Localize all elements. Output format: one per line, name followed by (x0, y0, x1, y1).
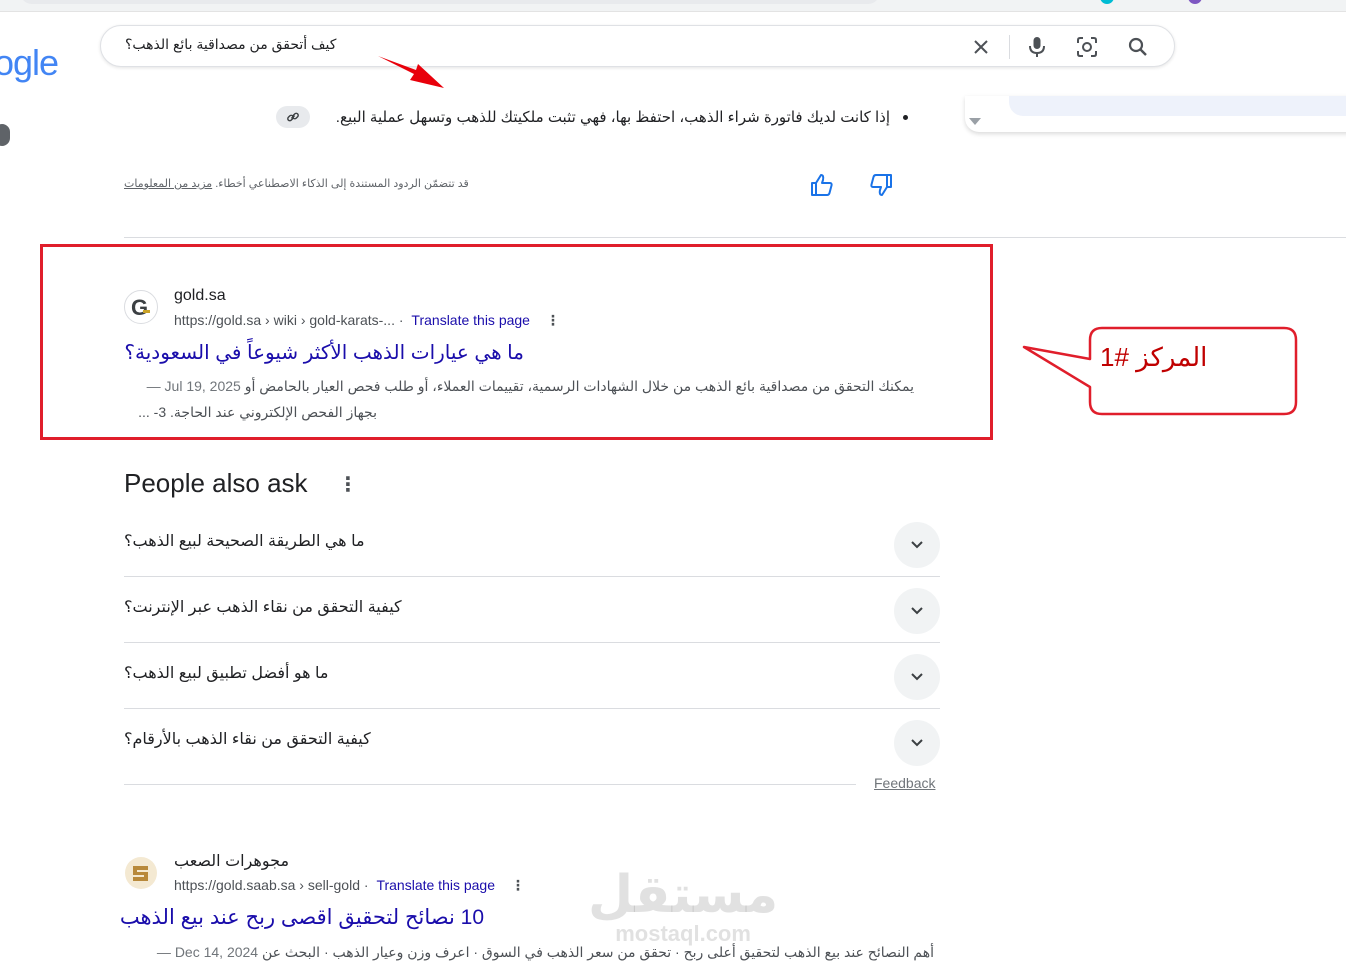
chevron-down-icon[interactable] (894, 720, 940, 766)
thumbs-up-icon[interactable] (809, 172, 835, 198)
more-options-icon[interactable]: ⋮ (546, 312, 560, 329)
paa-question[interactable]: ما هي الطريقة الصحيحة لبيع الذهب؟ (124, 511, 940, 577)
result-url-line: https://gold.sa › wiki › gold-karats-...… (174, 312, 560, 329)
result-url[interactable]: https://gold.saab.sa › sell-gold (174, 877, 360, 893)
ai-disclaimer: قد تتضمّن الردود المستندة إلى الذكاء الا… (124, 177, 469, 190)
right-side-panel (965, 96, 1346, 132)
mostaql-watermark: مستقل mostaql.com (588, 868, 778, 946)
paa-question-text: كيفية التحقق من نقاء الذهب بالأرقام؟ (124, 731, 371, 748)
profile-icon[interactable] (1188, 0, 1202, 4)
watermark-domain: mostaql.com (615, 921, 751, 946)
browser-top-strip (0, 0, 1346, 12)
snippet-line-1: أهم النصائح عند بيع الذهب لتحقيق أعلى رب… (262, 944, 934, 960)
learn-more-link[interactable]: مزيد من المعلومات (124, 178, 212, 190)
people-also-ask-title: People also ask (124, 468, 308, 498)
result-title-link[interactable]: ما هي عيارات الذهب الأكثر شيوعاً في السع… (124, 340, 524, 365)
clear-icon[interactable] (969, 35, 993, 59)
thumbs-down-icon[interactable] (868, 172, 894, 198)
result-url[interactable]: https://gold.sa › wiki › gold-karats-... (174, 312, 395, 328)
left-scroll-handle[interactable] (0, 124, 10, 146)
gold-sa-favicon[interactable]: G (124, 290, 158, 324)
search-result-2: مجوهرات الصعب https://gold.saab.sa › sel… (120, 850, 944, 968)
translate-link[interactable]: Translate this page (411, 312, 530, 328)
lens-camera-icon[interactable] (1075, 35, 1099, 59)
result-site-name[interactable]: مجوهرات الصعب (174, 851, 289, 871)
snippet-line-2: بجهاز الفحص الإلكتروني عند الحاجة. 3- ..… (138, 404, 377, 420)
section-divider (124, 237, 1346, 238)
chevron-down-icon[interactable] (894, 522, 940, 568)
search-input[interactable]: كيف أتحقق من مصداقية بائع الذهب؟ (125, 36, 336, 53)
google-logo[interactable]: ogle (0, 42, 59, 84)
extension-icon[interactable] (1100, 0, 1114, 4)
watermark-arabic: مستقل (588, 866, 779, 924)
paa-question-text: ما هو أفضل تطبيق لبيع الذهب؟ (124, 665, 329, 682)
search-result-1: G gold.sa https://gold.sa › wiki › gold-… (124, 286, 944, 436)
result-title-link[interactable]: 10 نصائح لتحقيق اقصى ربح عند بيع الذهب (120, 905, 484, 930)
bullet-dot-icon (903, 115, 908, 120)
chevron-down-icon[interactable] (894, 588, 940, 634)
browser-tab-edge (20, 0, 880, 4)
callout-text: المركز #1 (1100, 342, 1208, 372)
caret-down-icon[interactable] (969, 118, 981, 125)
ai-overview-bullet: إذا كانت لديك فاتورة شراء الذهب، احتفظ ب… (260, 106, 910, 130)
feedback-link[interactable]: Feedback (874, 775, 935, 791)
paa-question[interactable]: كيفية التحقق من نقاء الذهب عبر الإنترنت؟ (124, 577, 940, 643)
svg-text:G: G (131, 295, 148, 320)
result-date: Dec 14, 2024 — (156, 944, 259, 960)
result-site-name[interactable]: gold.sa (174, 287, 226, 305)
paa-question-text: ما هي الطريقة الصحيحة لبيع الذهب؟ (124, 533, 365, 550)
search-divider (1009, 35, 1010, 59)
chevron-down-icon[interactable] (894, 654, 940, 700)
ai-bullet-text: إذا كانت لديك فاتورة شراء الذهب، احتفظ ب… (335, 109, 890, 126)
paa-question-text: كيفية التحقق من نقاء الذهب عبر الإنترنت؟ (124, 599, 402, 616)
translate-link[interactable]: Translate this page (376, 877, 495, 893)
search-box[interactable]: كيف أتحقق من مصداقية بائع الذهب؟ (100, 25, 1175, 67)
more-options-icon[interactable]: ⋮ (511, 877, 525, 894)
result-snippet: يمكنك التحقق من مصداقية بائع الذهب من خل… (124, 373, 914, 399)
paa-question[interactable]: كيفية التحقق من نقاء الذهب بالأرقام؟ (124, 709, 940, 775)
result-date: Jul 19, 2025 — (146, 378, 241, 394)
saab-favicon[interactable] (124, 856, 158, 890)
feedback-divider (124, 784, 856, 785)
search-icon[interactable] (1126, 35, 1150, 59)
snippet-line-1: يمكنك التحقق من مصداقية بائع الذهب من خل… (244, 378, 914, 394)
microphone-icon[interactable] (1025, 35, 1049, 59)
result-url-line: https://gold.saab.sa › sell-gold · Trans… (174, 877, 525, 894)
paa-more-icon[interactable]: ⋮ (338, 472, 358, 497)
link-icon[interactable] (276, 106, 310, 128)
red-arrow-annotation (378, 56, 444, 88)
logo-text: ogle (0, 42, 59, 83)
search-header: ogle كيف أتحقق من مصداقية بائع الذهب؟ (0, 12, 1346, 98)
paa-question[interactable]: ما هو أفضل تطبيق لبيع الذهب؟ (124, 643, 940, 709)
result-snippet: أهم النصائح عند بيع الذهب لتحقيق أعلى رب… (124, 939, 934, 965)
disclaimer-text: قد تتضمّن الردود المستندة إلى الذكاء الا… (215, 178, 469, 190)
right-panel-inner (1009, 96, 1346, 116)
